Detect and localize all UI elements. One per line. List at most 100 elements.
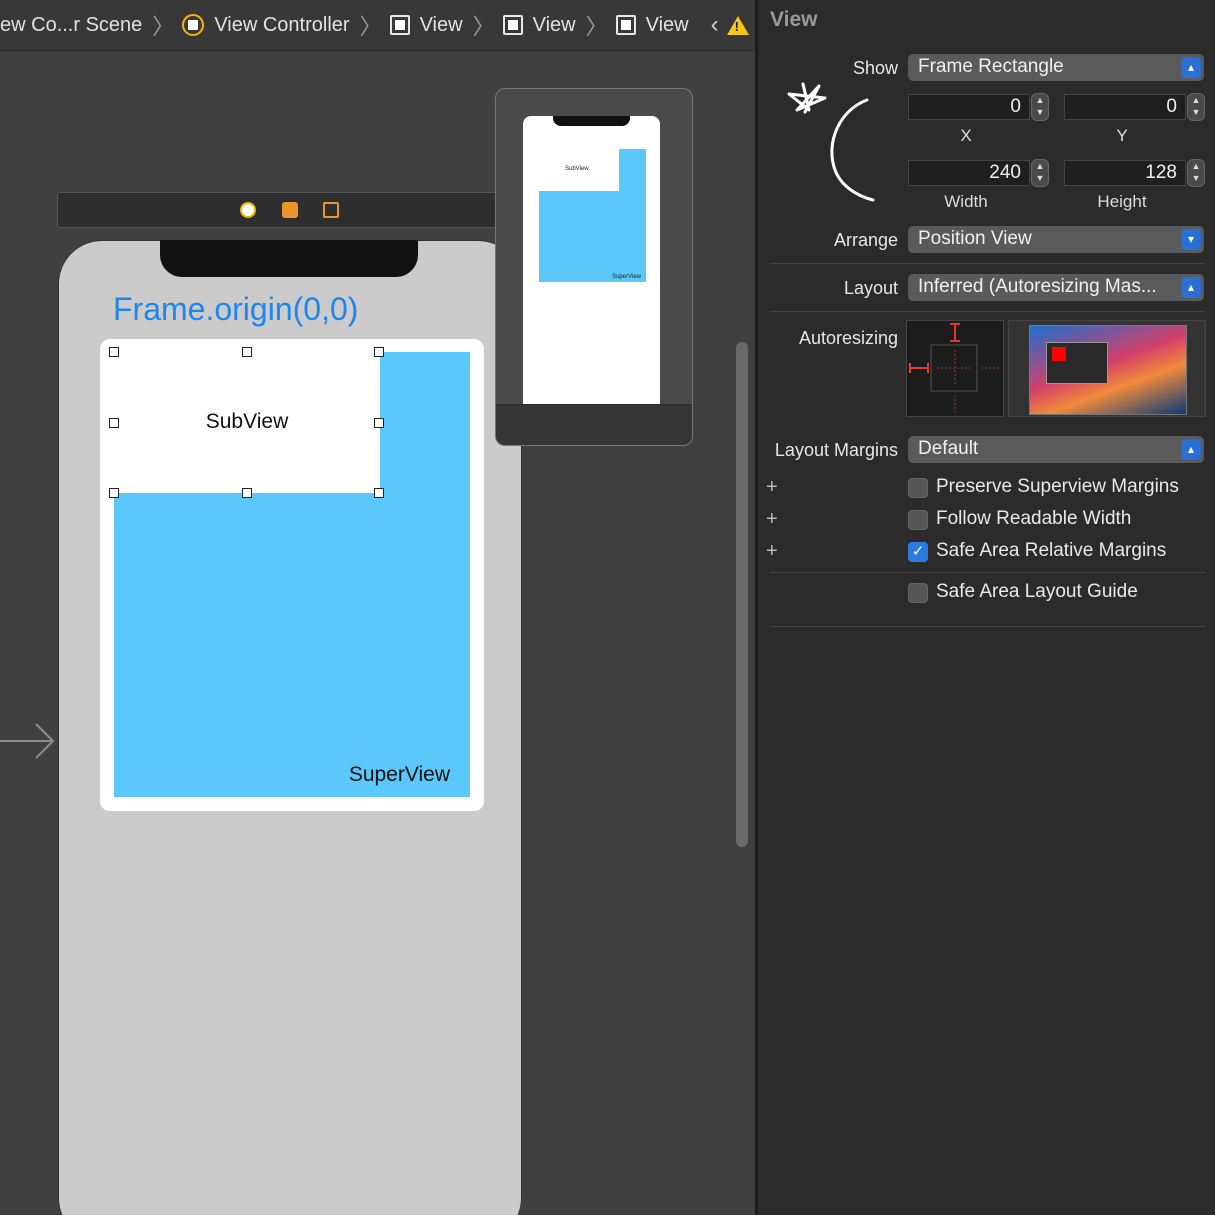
layout-popup[interactable]: Inferred (Autoresizing Mas... ▴▾ — [908, 274, 1204, 301]
preserve-superview-margins-label: Preserve Superview Margins — [936, 476, 1179, 497]
storyboard-canvas[interactable]: ew Co...r Scene 〉 View Controller 〉 View… — [0, 0, 755, 1215]
breadcrumb-view-2[interactable]: View — [502, 13, 576, 37]
separator — [770, 572, 1205, 573]
exit-icon[interactable] — [323, 202, 339, 218]
width-stepper[interactable]: ▲ ▼ — [1031, 159, 1049, 187]
layout-margins-popup-value: Default — [918, 438, 979, 459]
entry-point-arrow-icon[interactable] — [0, 722, 60, 760]
breadcrumb-view-label: View — [645, 13, 689, 36]
chevron-down-icon: ▾ — [1181, 229, 1201, 250]
updown-chevron-icon: ▴▾ — [1181, 439, 1201, 460]
frame-origin-label: Frame.origin(0,0) — [113, 291, 359, 327]
inspector-title: View — [770, 8, 818, 31]
x-caption: X — [960, 126, 972, 145]
subview-label: SubView — [205, 410, 289, 433]
view-icon — [615, 15, 636, 35]
view-icon — [389, 15, 410, 35]
resize-handle-bottom[interactable] — [242, 488, 252, 498]
updown-chevron-icon: ▴▾ — [1181, 57, 1201, 78]
follow-readable-width-checkbox[interactable] — [908, 510, 928, 530]
subview[interactable]: SubView — [114, 352, 380, 493]
width-field[interactable]: 240 — [908, 160, 1030, 186]
preview-subview: SubView — [539, 149, 619, 191]
scene-dock — [57, 192, 509, 228]
chevron-right-icon: 〉 — [359, 14, 382, 39]
preview-notch — [553, 116, 630, 126]
vertical-scrollbar[interactable] — [736, 342, 748, 847]
autoresizing-springs-struts-icon — [909, 323, 999, 413]
breadcrumb-view-controller-label: View Controller — [214, 13, 350, 36]
safe-area-relative-margins-label: Safe Area Relative Margins — [936, 540, 1167, 561]
nav-back-icon[interactable]: ‹ — [711, 11, 719, 39]
breadcrumb-scene[interactable]: ew Co...r Scene — [0, 14, 142, 37]
follow-readable-width-label: Follow Readable Width — [936, 508, 1132, 529]
device-notch — [160, 240, 418, 277]
resize-handle-top-left[interactable] — [109, 347, 119, 357]
layout-label: Layout — [843, 278, 898, 298]
preview-screen: SuperView SubView — [523, 116, 660, 412]
show-popup-value: Frame Rectangle — [918, 56, 1064, 77]
preview-superview-label: SuperView — [612, 274, 641, 280]
breadcrumb-view-controller[interactable]: View Controller — [182, 13, 350, 37]
handdrawn-star-scribble-icon — [787, 82, 875, 202]
safe-area-layout-guide-label: Safe Area Layout Guide — [936, 581, 1138, 602]
arrange-popup-value: Position View — [918, 228, 1032, 249]
autoresizing-preview — [1008, 320, 1206, 417]
resize-handle-bottom-left[interactable] — [109, 488, 119, 498]
safe-area-relative-margins-checkbox[interactable]: ✓ — [908, 542, 928, 562]
warning-icon[interactable] — [726, 15, 749, 35]
view-controller-icon[interactable] — [240, 202, 256, 218]
layout-popup-value: Inferred (Autoresizing Mas... — [918, 276, 1157, 297]
preview-subview-label: SubView — [565, 166, 589, 172]
arrange-popup[interactable]: Position View ▾ — [908, 226, 1204, 253]
updown-chevron-icon: ▴▾ — [1181, 277, 1201, 298]
add-variation-icon[interactable]: + — [766, 508, 778, 531]
autoresizing-preview-view — [1052, 347, 1066, 361]
autoresizing-preview-window — [1046, 342, 1108, 384]
layout-margins-popup[interactable]: Default ▴▾ — [908, 436, 1204, 463]
resize-handle-top-right[interactable] — [374, 347, 384, 357]
add-variation-icon[interactable]: + — [766, 476, 778, 499]
device-preview: SuperView SubView — [495, 88, 693, 446]
add-variation-icon[interactable]: + — [766, 540, 778, 563]
y-stepper[interactable]: ▲ ▼ — [1187, 93, 1205, 121]
width-caption: Width — [944, 192, 988, 211]
autoresizing-preview-screen — [1029, 325, 1187, 415]
y-caption: Y — [1116, 126, 1128, 145]
arrange-label: Arrange — [833, 230, 898, 250]
chevron-right-icon: 〉 — [152, 14, 175, 39]
chevron-right-icon: 〉 — [472, 14, 495, 39]
resize-handle-top[interactable] — [242, 347, 252, 357]
preserve-superview-margins-checkbox[interactable] — [908, 478, 928, 498]
separator — [770, 311, 1205, 312]
height-stepper[interactable]: ▲ ▼ — [1187, 159, 1205, 187]
height-field[interactable]: 128 — [1064, 160, 1186, 186]
separator — [770, 263, 1205, 264]
breadcrumb-view-label: View — [419, 13, 463, 36]
view-controller-icon — [182, 14, 205, 36]
checkmark-icon: ✓ — [911, 543, 925, 560]
resize-handle-right[interactable] — [374, 418, 384, 428]
autoresizing-mask-editor[interactable] — [906, 320, 1004, 417]
x-field[interactable]: 0 — [908, 94, 1030, 120]
x-stepper[interactable]: ▲ ▼ — [1031, 93, 1049, 121]
breadcrumb-view-label: View — [532, 13, 576, 36]
separator — [770, 626, 1205, 627]
show-popup[interactable]: Frame Rectangle ▴▾ — [908, 54, 1204, 81]
preview-toolbar — [496, 404, 692, 445]
breadcrumb: ew Co...r Scene 〉 View Controller 〉 View… — [0, 0, 755, 51]
breadcrumb-scene-label: ew Co...r Scene — [0, 13, 143, 36]
resize-handle-left[interactable] — [109, 418, 119, 428]
autoresizing-label: Autoresizing — [798, 328, 898, 348]
chevron-right-icon: 〉 — [585, 14, 608, 39]
layout-margins-label: Layout Margins — [774, 440, 898, 460]
first-responder-icon[interactable] — [282, 202, 298, 218]
height-caption: Height — [1097, 192, 1147, 211]
resize-handle-bottom-right[interactable] — [374, 488, 384, 498]
safe-area-layout-guide-checkbox[interactable] — [908, 583, 928, 603]
y-field[interactable]: 0 — [1064, 94, 1186, 120]
superview-label: SuperView — [348, 763, 450, 786]
view-icon — [502, 15, 523, 35]
breadcrumb-view-1[interactable]: View — [389, 13, 463, 37]
breadcrumb-view-3[interactable]: View — [615, 13, 689, 37]
